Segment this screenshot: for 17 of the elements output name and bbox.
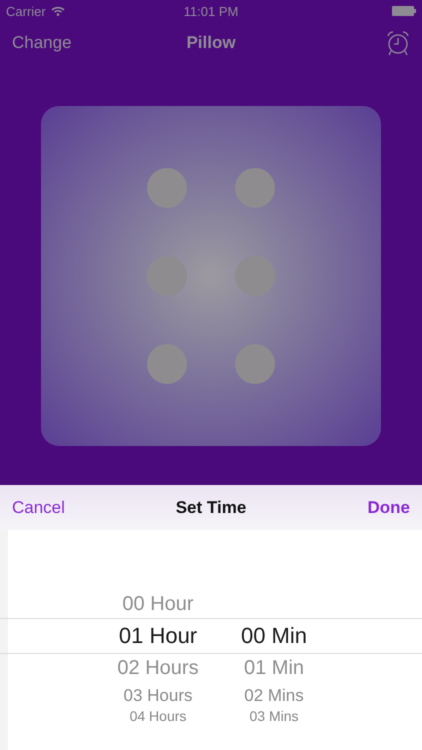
status-time: 11:01 PM [184,4,238,18]
change-button[interactable]: Change [12,33,72,53]
wifi-icon [50,6,65,16]
die-pip [235,344,275,384]
die-pip [147,168,187,208]
battery-icon [392,6,416,16]
cancel-button[interactable]: Cancel [12,496,65,520]
alarm-clock-icon[interactable] [386,30,410,56]
done-button[interactable]: Done [368,496,410,520]
picker-item[interactable]: 00 Hour [98,594,218,614]
die-pip [235,168,275,208]
carrier-label: Carrier [6,4,46,18]
die-face[interactable] [41,106,381,446]
time-picker[interactable]: 00 Hour 01 Hour 02 Hours 03 Hours 04 Hours 00 Min 01 Min 02 Mins 03 Mins [0,530,422,750]
nav-title: Pillow [186,33,236,53]
sheet-title: Set Time [176,498,246,518]
die-pip [147,344,187,384]
